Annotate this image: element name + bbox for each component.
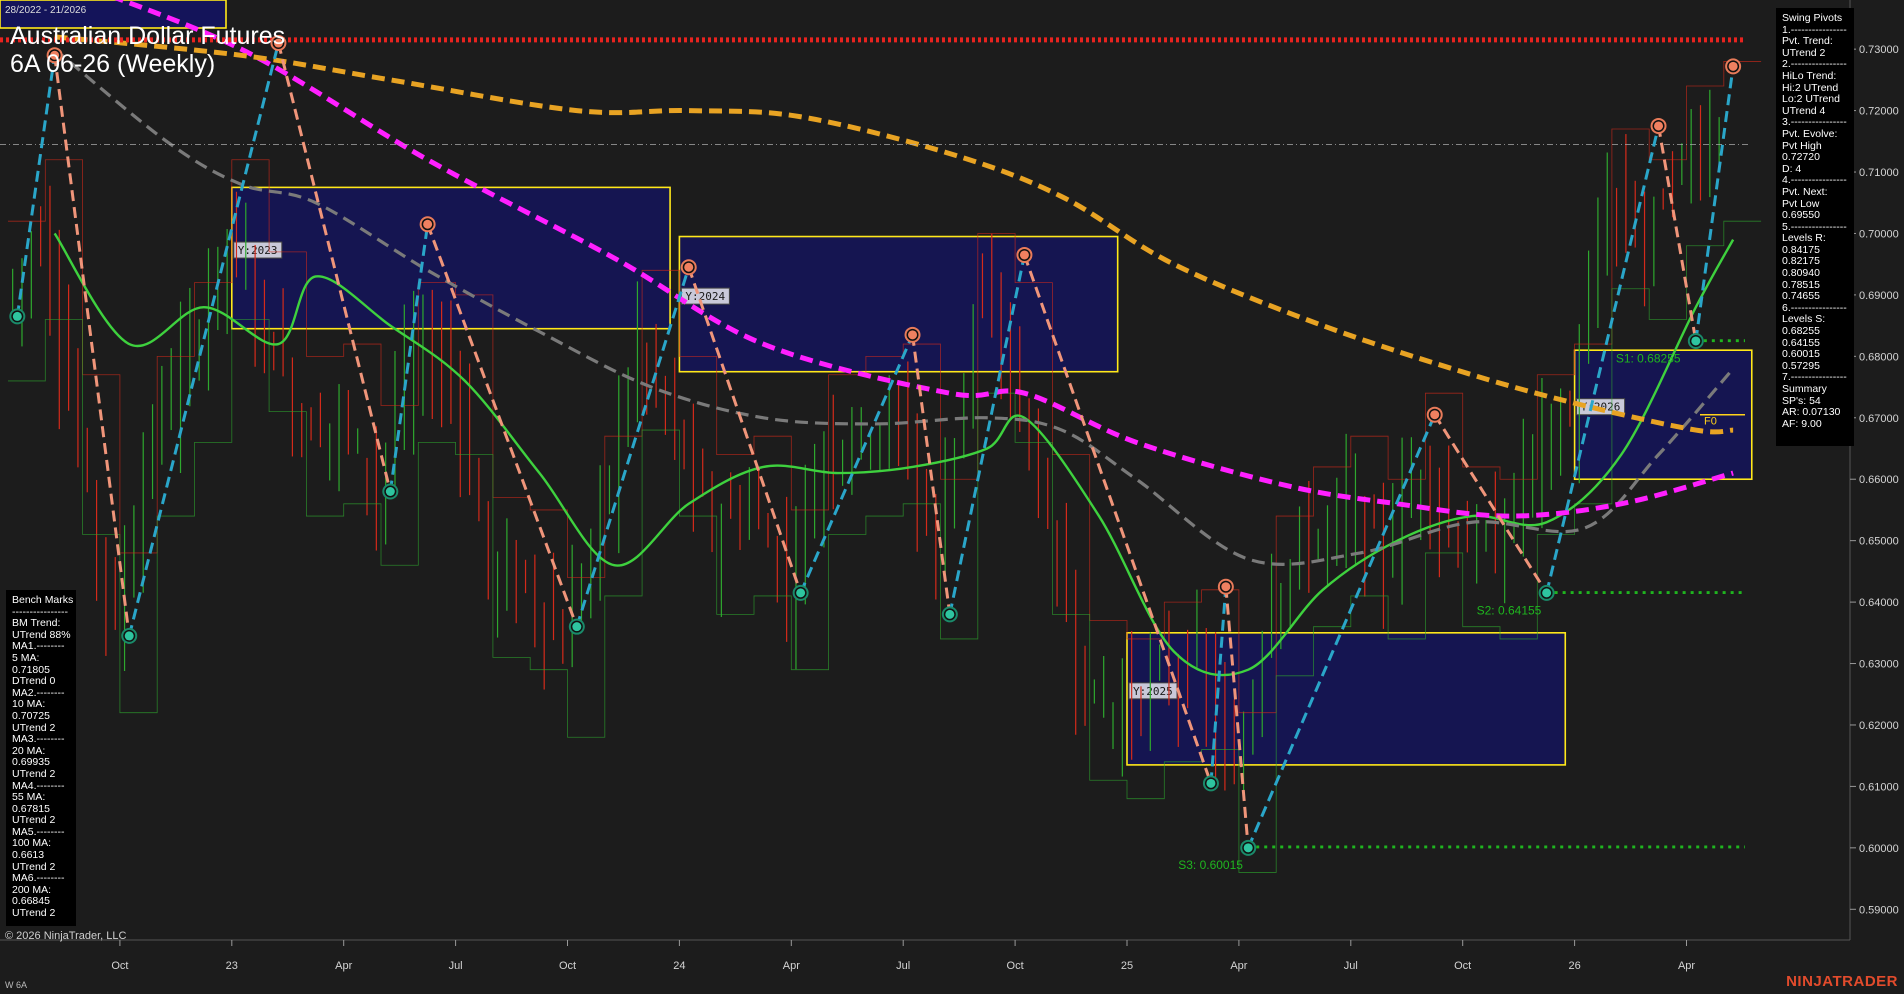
x-tick-label: Apr — [335, 960, 352, 972]
y-tick-label: 0.65000 — [1859, 536, 1899, 548]
x-tick-label: 23 — [226, 960, 238, 972]
y-tick-label: 0.63000 — [1859, 659, 1899, 671]
swing-low-marker — [382, 483, 399, 500]
x-tick-label: Oct — [111, 960, 128, 972]
swing-low-marker — [1687, 332, 1704, 349]
swing-low-marker — [1538, 584, 1555, 601]
x-tick-label: 25 — [1121, 960, 1133, 972]
y-tick-label: 0.67000 — [1859, 413, 1899, 425]
x-tick-label: Apr — [1230, 960, 1247, 972]
y-tick-label: 0.70000 — [1859, 228, 1899, 240]
support-level-label: S2: 0.64155 — [1477, 604, 1542, 618]
swing-high-marker — [1725, 58, 1742, 75]
y-tick-label: 0.66000 — [1859, 474, 1899, 486]
swing-high-marker — [1016, 246, 1033, 263]
swing-low-marker — [1240, 839, 1257, 856]
swing-low-marker — [792, 584, 809, 601]
swing-low-marker — [9, 308, 26, 325]
title-contract: 6A 06-26 (Weekly) — [10, 50, 216, 78]
copyright-notice: © 2026 NinjaTrader, LLC — [5, 930, 127, 942]
y-tick-label: 0.73000 — [1859, 44, 1899, 56]
yearly-box-label: Y:2025 — [1128, 682, 1178, 700]
y-tick-label: 0.64000 — [1859, 597, 1899, 609]
yearly-range-box — [1126, 632, 1567, 766]
yearly-box-label: Y:2024 — [680, 287, 730, 305]
instrument-tag: W 6A — [5, 980, 28, 990]
support-level-label: S3: 0.60015 — [1178, 858, 1243, 872]
x-tick-label: Jul — [896, 960, 910, 972]
title-instrument-name: Australian Dollar Futures — [10, 22, 286, 50]
swing-high-marker — [680, 259, 697, 276]
ninjatrader-logo: NINJATRADER — [1786, 973, 1898, 990]
plot-area — [0, 0, 1850, 940]
x-tick-label: 24 — [673, 960, 685, 972]
x-tick-label: Oct — [1454, 960, 1471, 972]
swing-high-marker — [1426, 406, 1443, 423]
swing-high-marker — [1217, 578, 1234, 595]
chart-title: Australian Dollar Futures 6A 06-26 (Week… — [10, 22, 285, 78]
swing-high-marker — [1650, 117, 1667, 134]
x-tick-label: Oct — [559, 960, 576, 972]
x-tick-label: Jul — [1344, 960, 1358, 972]
x-tick-label: Jul — [449, 960, 463, 972]
swing-low-marker — [1202, 775, 1219, 792]
y-tick-label: 0.72000 — [1859, 106, 1899, 118]
price-chart[interactable]: 0.73000 0.72000 0.71000 0.70000 0.69000 0.680… — [0, 0, 1904, 994]
x-tick-label: Apr — [783, 960, 800, 972]
support-level-label: S1: 0.68255 — [1616, 352, 1681, 366]
swing-low-marker — [568, 618, 585, 635]
y-tick-label: 0.61000 — [1859, 781, 1899, 793]
swing-high-marker — [419, 216, 436, 233]
swing-high-marker — [904, 326, 921, 343]
svg-text:Y:2023: Y:2023 — [238, 244, 278, 257]
benchmarks-panel: Bench Marks ---------------- BM Trend: U… — [6, 590, 76, 926]
f0-label: F0 — [1704, 416, 1717, 428]
x-tick-label: 26 — [1568, 960, 1580, 972]
svg-text:Y:2024: Y:2024 — [685, 290, 725, 303]
y-tick-label: 0.71000 — [1859, 167, 1899, 179]
x-tick-label: Apr — [1678, 960, 1695, 972]
y-tick-label: 0.69000 — [1859, 290, 1899, 302]
swing-low-marker — [941, 606, 958, 623]
y-tick-label: 0.62000 — [1859, 720, 1899, 732]
x-tick-label: Oct — [1007, 960, 1024, 972]
date-range: 28/2022 - 21/2026 — [5, 5, 87, 16]
yearly-box-label: Y:2023 — [233, 241, 283, 259]
yearly-range-box — [678, 235, 1119, 373]
svg-text:Y:2025: Y:2025 — [1133, 685, 1173, 698]
swing-low-marker — [121, 627, 138, 644]
swing-pivots-panel: Swing Pivots 1.---------------- Pvt. Tre… — [1776, 8, 1854, 446]
y-tick-label: 0.59000 — [1859, 904, 1899, 916]
y-tick-label: 0.68000 — [1859, 351, 1899, 363]
y-tick-label: 0.60000 — [1859, 843, 1899, 855]
